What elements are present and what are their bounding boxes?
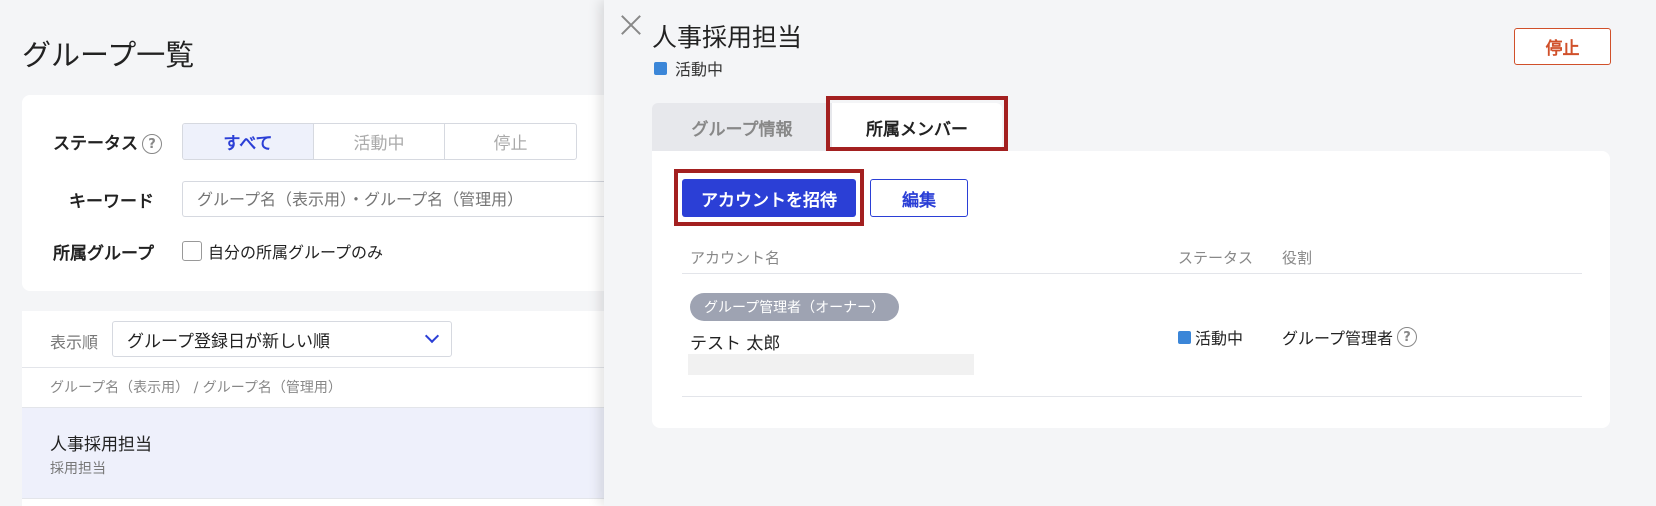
keyword-label: キーワード [69, 192, 154, 212]
own-group-checkbox-row[interactable]: 自分の所属グループのみ [182, 239, 383, 263]
status-option-active[interactable]: 活動中 [314, 124, 445, 159]
edit-button[interactable]: 編集 [870, 179, 968, 217]
help-icon[interactable]: ? [142, 134, 162, 154]
filter-card: ステータス? すべて 活動中 停止 キーワード 所属グループ 自分の所属グループ… [22, 95, 642, 291]
status-segmented-control: すべて 活動中 停止 [182, 123, 577, 160]
status-filter-label: ステータス? [22, 129, 162, 154]
sort-label: 表示順 [50, 333, 99, 352]
stop-button[interactable]: 停止 [1514, 28, 1611, 65]
status-option-all[interactable]: すべて [183, 124, 314, 159]
owner-badge: グループ管理者（オーナー） [690, 293, 900, 321]
highlight-box-invite-button [674, 169, 864, 226]
group-admin-name: 採用担当 [50, 461, 106, 477]
tab-group-info[interactable]: グループ情報 [652, 103, 832, 151]
close-icon[interactable] [616, 10, 646, 40]
own-group-checkbox-label: 自分の所属グループのみ [208, 243, 384, 262]
sort-select-value: グループ登録日が新しい順 [127, 331, 330, 352]
status-indicator-icon [654, 61, 667, 75]
group-filter-label: 所属グループ [53, 244, 154, 264]
status-option-stopped[interactable]: 停止 [445, 124, 576, 159]
header-account-name: アカウント名 [690, 249, 781, 267]
member-status: 活動中 [1178, 325, 1243, 349]
drawer-title: 人事採用担当 [652, 23, 803, 52]
group-display-name: 人事採用担当 [50, 435, 152, 455]
member-status-text: 活動中 [1195, 329, 1244, 348]
account-name: テスト 太郎 [690, 334, 781, 354]
drawer-status-text: 活動中 [675, 60, 724, 79]
divider [682, 273, 1582, 274]
status-indicator-icon [1178, 330, 1191, 344]
keyword-input[interactable] [182, 181, 642, 217]
header-role: 役割 [1282, 249, 1313, 267]
divider [682, 396, 1582, 397]
sort-select[interactable]: グループ登録日が新しい順 [112, 321, 452, 357]
masked-email-placeholder [688, 354, 974, 375]
drawer-status: 活動中 [654, 56, 723, 80]
highlight-box-members-tab [826, 96, 1008, 151]
page-title: グループ一覧 [22, 38, 195, 72]
members-panel: アカウントを招待 編集 アカウント名 ステータス 役割 グループ管理者（オーナー… [652, 151, 1610, 428]
member-role-text: グループ管理者 [1282, 329, 1394, 348]
help-icon[interactable]: ? [1397, 327, 1418, 347]
member-role: グループ管理者 ? [1282, 325, 1418, 349]
table-row[interactable]: 人事採用担当 採用担当 [22, 407, 642, 499]
column-header: グループ名（表示用） / グループ名（管理用） [50, 380, 342, 396]
divider [22, 367, 642, 368]
own-group-checkbox[interactable] [182, 241, 202, 261]
group-detail-drawer: 人事採用担当 活動中 停止 グループ情報 所属メンバー アカウントを招待 編集 … [604, 0, 1656, 506]
group-list-card: 表示順 グループ登録日が新しい順 グループ名（表示用） / グループ名（管理用）… [22, 311, 642, 506]
chevron-down-icon [424, 328, 440, 344]
header-status: ステータス [1178, 249, 1254, 267]
